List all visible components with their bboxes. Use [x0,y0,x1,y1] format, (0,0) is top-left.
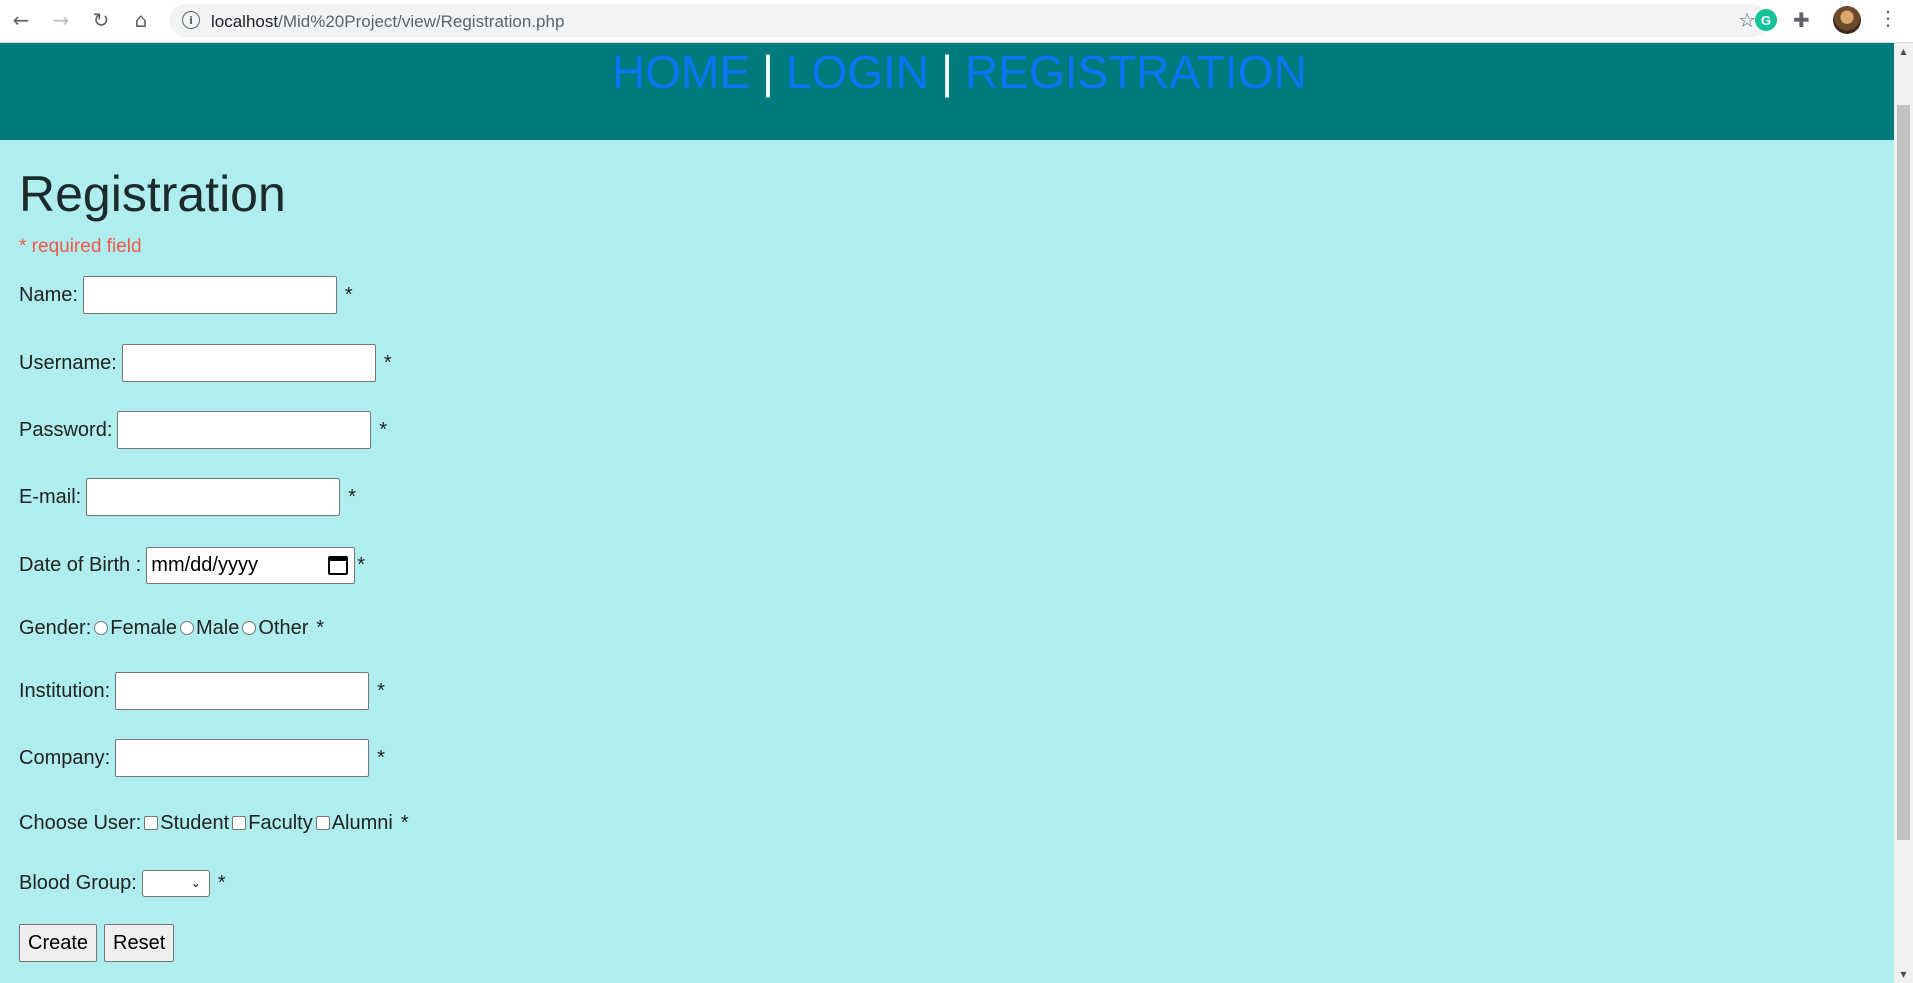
required-star: * [377,679,385,702]
scroll-thumb[interactable] [1897,105,1910,840]
institution-input[interactable] [115,672,370,710]
company-label: Company: [19,746,111,769]
alumni-checkbox[interactable] [315,816,330,830]
faculty-label: Faculty [248,811,313,834]
gender-male-radio[interactable] [179,621,194,635]
required-star: * [344,283,353,306]
back-arrow-icon[interactable]: ← [8,7,34,33]
required-star: * [217,871,226,894]
nav-login-link[interactable]: LOGIN [786,46,929,98]
home-icon[interactable]: ⌂ [128,7,154,33]
blood-group-select[interactable]: ⌄ [141,869,210,897]
dob-input[interactable]: mm/dd/yyyy [146,546,356,584]
grammarly-icon[interactable]: G [1755,9,1777,31]
name-label: Name: [19,283,78,306]
username-input[interactable] [121,344,376,382]
puzzle-icon[interactable]: ✚ [1793,8,1810,32]
user-type-label: Choose User: [19,811,142,834]
dob-placeholder: mm/dd/yyyy [151,553,258,576]
institution-label: Institution: [19,679,111,702]
password-label: Password: [19,418,113,441]
kebab-menu-icon[interactable]: ⋮ [1878,6,1898,30]
dob-row: Date of Birth : mm/dd/yyyy * [19,545,365,585]
required-star: * [357,553,366,576]
page-body: HOME | LOGIN | REGISTRATION Registration * r… [0,43,1894,983]
star-icon[interactable]: ☆ [1738,8,1756,32]
password-input[interactable] [117,411,372,449]
required-star: * [400,811,409,834]
forward-arrow-icon[interactable]: → [48,7,74,33]
password-row: Password: * [19,410,387,450]
reset-button[interactable]: Reset [104,924,175,962]
name-row: Name: * [19,275,353,315]
scroll-up-icon[interactable]: ▲ [1894,43,1913,60]
address-bar[interactable]: i localhost/Mid%20Project/view/Registrat… [169,4,1768,37]
nav-separator: | [762,46,774,98]
chevron-down-icon: ⌄ [190,875,201,890]
create-button[interactable]: Create [19,924,98,962]
top-navigation: HOME | LOGIN | REGISTRATION [0,43,1894,140]
email-label: E-mail: [19,485,82,508]
username-label: Username: [19,351,117,374]
gender-other-label: Other [258,616,309,639]
scroll-down-icon[interactable]: ▼ [1894,966,1913,983]
required-star: * [348,485,357,508]
company-row: Company: * [19,738,385,778]
required-star: * [379,418,388,441]
company-input[interactable] [115,739,370,777]
page-title: Registration [19,166,286,222]
name-input[interactable] [82,276,337,314]
gender-female-label: Female [110,616,177,639]
avatar[interactable] [1833,6,1861,34]
reload-icon[interactable]: ↻ [88,7,114,33]
gender-other-radio[interactable] [242,621,257,635]
required-note: * required field [19,236,142,257]
email-row: E-mail: * [19,477,356,517]
browser-toolbar: ← → ↻ ⌂ i localhost/Mid%20Project/view/R… [0,0,1913,43]
student-label: Student [160,811,230,834]
institution-row: Institution: * [19,671,385,711]
gender-row: Gender: Female Male Other * [19,608,324,648]
calendar-icon[interactable] [328,555,349,575]
blood-group-row: Blood Group: ⌄ * [19,863,226,903]
required-star: * [383,351,392,374]
nav-separator: | [941,46,954,98]
faculty-checkbox[interactable] [232,816,247,830]
gender-male-label: Male [195,616,240,639]
alumni-label: Alumni [331,811,393,834]
dob-label: Date of Birth : [19,553,142,576]
required-star: * [377,746,385,769]
username-row: Username: * [19,343,392,383]
gender-label: Gender: [19,616,92,639]
student-checkbox[interactable] [144,816,159,830]
nav-home-link[interactable]: HOME [612,46,750,98]
required-star: * [316,616,325,639]
url-text: localhost/Mid%20Project/view/Registratio… [211,12,565,31]
user-type-row: Choose User: Student Faculty Alumni * [19,803,409,843]
page-scrollbar[interactable]: ▲ ▼ [1894,43,1913,983]
gender-female-radio[interactable] [94,621,109,635]
nav-registration-link[interactable]: REGISTRATION [965,46,1307,98]
info-icon[interactable]: i [182,11,200,29]
blood-group-label: Blood Group: [19,871,137,894]
form-actions: Create Reset [19,923,181,963]
email-input[interactable] [86,478,341,516]
